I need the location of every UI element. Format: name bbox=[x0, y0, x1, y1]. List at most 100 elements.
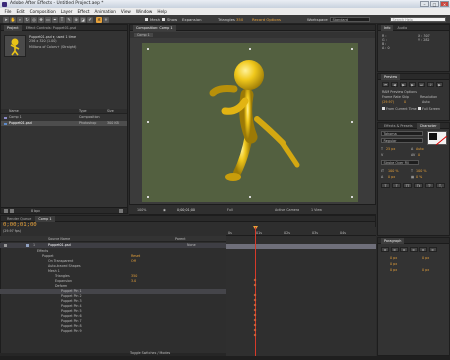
mesh-checkbox[interactable] bbox=[145, 18, 148, 21]
record-options-link[interactable]: Record Options bbox=[252, 15, 281, 24]
selection-tool-icon[interactable]: ➤ bbox=[3, 16, 9, 23]
camera-tool-icon[interactable]: ◎ bbox=[31, 16, 37, 23]
property-row[interactable]: Expansion 3.0 bbox=[0, 279, 226, 284]
audio-icon[interactable]: ♪ bbox=[427, 82, 434, 87]
tab-paragraph[interactable]: Paragraph bbox=[381, 238, 405, 244]
show-checkbox[interactable] bbox=[162, 18, 165, 21]
ram-preview-icon[interactable]: ▶ bbox=[436, 82, 443, 87]
align-center-icon[interactable]: ≡ bbox=[390, 247, 399, 252]
first-frame-icon[interactable]: ⏮ bbox=[382, 82, 389, 87]
type-tool-icon[interactable]: T bbox=[59, 16, 65, 23]
brush-tool-icon[interactable]: ✎ bbox=[66, 16, 72, 23]
new-folder-icon[interactable] bbox=[10, 209, 14, 213]
menu-effect[interactable]: Effect bbox=[75, 8, 92, 15]
layer-handle[interactable] bbox=[351, 48, 353, 50]
tab-character[interactable]: Character bbox=[416, 123, 440, 129]
tab-composition[interactable]: Composition: Comp 1 bbox=[133, 25, 176, 31]
resolution-select[interactable]: Full bbox=[227, 208, 233, 212]
column-name[interactable]: Name bbox=[9, 109, 19, 113]
tab-info[interactable]: Info bbox=[381, 25, 394, 31]
triangles-value[interactable]: 350 bbox=[236, 15, 243, 24]
font-style-select[interactable]: Regular bbox=[381, 138, 423, 143]
maximize-button[interactable]: □ bbox=[430, 1, 439, 7]
prev-frame-icon[interactable]: ◀ bbox=[391, 82, 398, 87]
indent-right-value[interactable]: 0 px bbox=[422, 256, 429, 260]
property-value[interactable]: 3.0 bbox=[131, 279, 136, 284]
skip-value[interactable]: 0 bbox=[404, 100, 406, 104]
property-row[interactable]: On Transparent Off bbox=[0, 259, 226, 264]
clone-tool-icon[interactable]: ⊕ bbox=[73, 16, 79, 23]
column-type[interactable]: Type bbox=[79, 109, 87, 113]
puppet-figure[interactable] bbox=[197, 53, 317, 193]
justify-left-icon[interactable]: ≡ bbox=[409, 247, 418, 252]
timeline-timecode[interactable]: 0;00;01;00 bbox=[3, 222, 37, 228]
tab-preview[interactable]: Preview bbox=[381, 74, 401, 80]
pan-behind-tool-icon[interactable]: ✥ bbox=[38, 16, 44, 23]
menu-edit[interactable]: Edit bbox=[14, 8, 27, 15]
menu-animation[interactable]: Animation bbox=[92, 8, 118, 15]
play-icon[interactable]: ▶ bbox=[400, 82, 407, 87]
frame-rate-value[interactable]: (29.97) bbox=[382, 100, 394, 104]
color-swatch[interactable] bbox=[427, 131, 447, 145]
menu-composition[interactable]: Composition bbox=[27, 8, 58, 15]
full-screen-checkbox[interactable] bbox=[418, 107, 421, 110]
resolution-value[interactable]: Auto bbox=[422, 100, 430, 104]
faux-bold-button[interactable]: T bbox=[381, 183, 390, 188]
font-family-select[interactable]: Tahoma bbox=[381, 131, 423, 136]
font-size-value[interactable]: 25 px bbox=[386, 147, 395, 151]
property-row[interactable]: Puppet Pin 9 bbox=[0, 329, 226, 334]
views-select[interactable]: 1 View bbox=[311, 208, 322, 212]
justify-center-icon[interactable]: ≡ bbox=[419, 247, 427, 252]
space-before-value[interactable]: 0 px bbox=[390, 268, 397, 272]
rotate-tool-icon[interactable]: ↻ bbox=[24, 16, 30, 23]
tab-effect-controls[interactable]: Effect Controls: Puppet01.psd bbox=[23, 25, 79, 31]
snapshot-icon[interactable]: ◉ bbox=[163, 208, 166, 212]
small-caps-button[interactable]: Tt bbox=[414, 183, 423, 188]
layer-handle[interactable] bbox=[249, 196, 251, 198]
align-right-icon[interactable]: ≡ bbox=[400, 247, 408, 252]
camera-select[interactable]: Active Camera bbox=[275, 208, 299, 212]
puppet-overlap-tool-icon[interactable]: ✳ bbox=[103, 16, 109, 23]
next-frame-icon[interactable]: ▶ bbox=[409, 82, 416, 87]
tracking-value[interactable]: 0 bbox=[418, 153, 420, 157]
roto-brush-tool-icon[interactable]: ✐ bbox=[87, 16, 93, 23]
layer-handle[interactable] bbox=[147, 48, 149, 50]
property-value[interactable]: Off bbox=[131, 259, 136, 264]
trash-icon[interactable] bbox=[119, 209, 123, 213]
tab-project[interactable]: Project bbox=[4, 25, 22, 31]
subscript-button[interactable]: T, bbox=[436, 183, 445, 188]
toggle-switches-modes-button[interactable]: Toggle Switches / Modes bbox=[130, 351, 170, 355]
hand-tool-icon[interactable]: ✋ bbox=[10, 16, 16, 23]
bit-depth-button[interactable]: 8 bpc bbox=[31, 209, 40, 213]
time-ruler[interactable]: 0s 01s 02s 03s 04s bbox=[226, 227, 376, 236]
stroke-select[interactable]: Stroke Over Fill bbox=[381, 160, 419, 165]
vertical-scale-value[interactable]: 100 % bbox=[388, 169, 398, 173]
menu-view[interactable]: View bbox=[118, 8, 133, 15]
interpret-footage-icon[interactable] bbox=[4, 209, 8, 213]
tab-comp[interactable]: Comp 1 bbox=[35, 216, 55, 222]
layer-handle[interactable] bbox=[147, 121, 149, 123]
menu-file[interactable]: File bbox=[2, 8, 14, 15]
pen-tool-icon[interactable]: ✒ bbox=[52, 16, 58, 23]
column-source-name[interactable]: Source Name bbox=[48, 237, 70, 241]
layer-duration-bar[interactable] bbox=[226, 244, 376, 249]
space-after-value[interactable]: 0 px bbox=[422, 268, 429, 272]
superscript-button[interactable]: T' bbox=[425, 183, 434, 188]
comp-subtab[interactable]: Comp 1 bbox=[134, 33, 153, 37]
baseline-shift-value[interactable]: 0 px bbox=[388, 175, 395, 179]
comp-timecode[interactable]: 0;00;01;00 bbox=[177, 208, 195, 212]
composition-canvas[interactable] bbox=[142, 43, 358, 202]
search-help-input[interactable]: Search Help bbox=[390, 17, 446, 22]
workspace-select[interactable]: Standard bbox=[330, 17, 370, 22]
layer-handle[interactable] bbox=[249, 48, 251, 50]
layer-handle[interactable] bbox=[351, 196, 353, 198]
tsume-value[interactable]: 0 % bbox=[416, 175, 422, 179]
menu-layer[interactable]: Layer bbox=[58, 8, 75, 15]
zoom-tool-icon[interactable]: ⌕ bbox=[17, 16, 23, 23]
playhead-line[interactable] bbox=[255, 227, 256, 356]
indent-first-value[interactable]: 0 px bbox=[390, 262, 397, 266]
layer-name[interactable]: Puppet01.psd bbox=[48, 243, 71, 248]
layer-label-color[interactable] bbox=[26, 244, 29, 247]
project-item-row[interactable]: Puppet01.psd Photoshop 300 KB bbox=[1, 121, 127, 126]
tab-audio[interactable]: Audio bbox=[395, 25, 411, 31]
